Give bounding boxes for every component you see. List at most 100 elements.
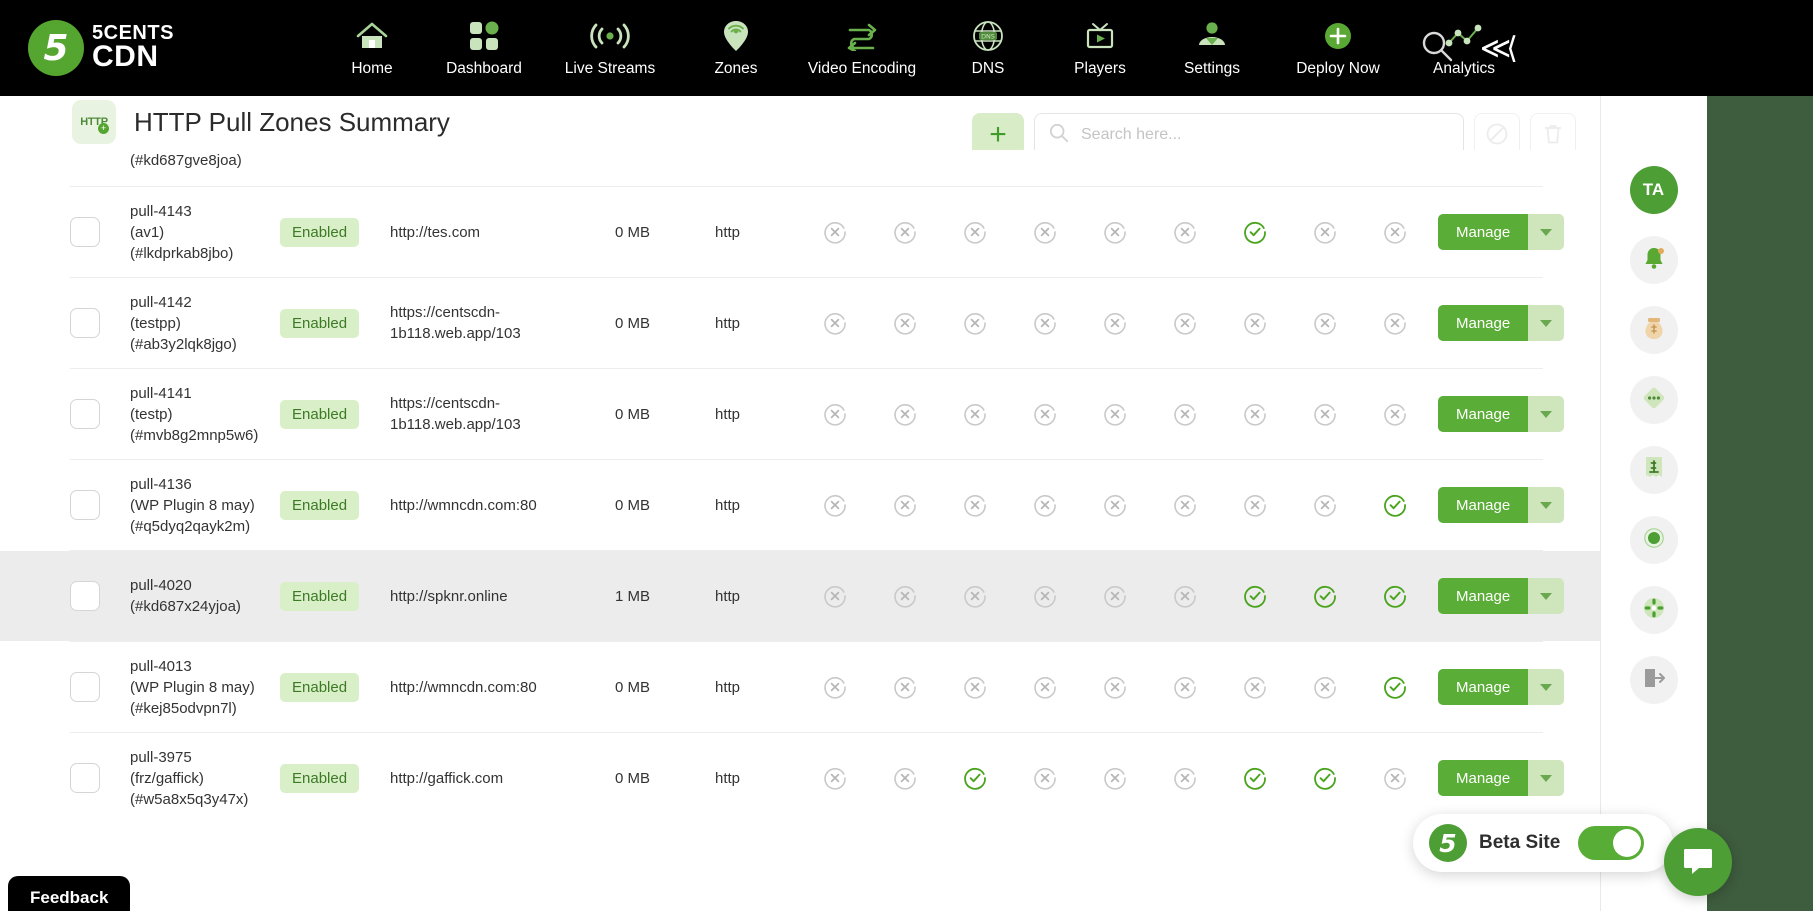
feature-status-icon-6[interactable] [1150, 401, 1220, 427]
feature-status-icon-8[interactable] [1290, 310, 1360, 336]
manage-button[interactable]: Manage [1438, 760, 1529, 796]
feature-status-icon-3[interactable] [940, 765, 1010, 791]
feature-status-icon-4[interactable] [1010, 219, 1080, 245]
nav-item-settings[interactable]: Settings [1156, 19, 1268, 78]
logout-button[interactable] [1629, 656, 1678, 704]
move-widget-button[interactable] [1629, 586, 1678, 634]
feature-status-icon-7[interactable] [1220, 583, 1290, 609]
feature-status-icon-4[interactable] [1010, 674, 1080, 700]
nav-item-video-encoding[interactable]: Video Encoding [792, 19, 932, 78]
feature-status-icon-7[interactable] [1220, 401, 1290, 427]
feature-status-icon-2[interactable] [870, 310, 940, 336]
feature-status-icon-1[interactable] [800, 765, 870, 791]
nav-item-players[interactable]: Players [1044, 19, 1156, 78]
feature-status-icon-1[interactable] [800, 674, 870, 700]
feature-status-icon-4[interactable] [1010, 310, 1080, 336]
feature-status-icon-1[interactable] [800, 401, 870, 427]
manage-button[interactable]: Manage [1438, 305, 1529, 341]
chevrons-left-icon[interactable]: ≪⟨ [1480, 31, 1518, 66]
manage-button[interactable]: Manage [1438, 669, 1529, 705]
feature-status-icon-1[interactable] [800, 219, 870, 245]
feature-status-icon-8[interactable] [1290, 583, 1360, 609]
feature-status-icon-8[interactable] [1290, 765, 1360, 791]
feature-status-icon-8[interactable] [1290, 674, 1360, 700]
feature-status-icon-2[interactable] [870, 219, 940, 245]
manage-dropdown-button[interactable] [1528, 487, 1565, 523]
nav-item-dns[interactable]: DNS DNS [932, 19, 1044, 78]
feature-status-icon-9[interactable] [1360, 674, 1430, 700]
manage-button[interactable]: Manage [1438, 578, 1529, 614]
feature-status-icon-1[interactable] [800, 310, 870, 336]
search-icon[interactable] [1420, 29, 1454, 68]
feature-status-icon-6[interactable] [1150, 674, 1220, 700]
feature-status-icon-4[interactable] [1010, 583, 1080, 609]
chat-button[interactable] [1664, 828, 1732, 896]
row-checkbox[interactable] [70, 308, 100, 338]
feature-status-icon-8[interactable] [1290, 219, 1360, 245]
row-checkbox[interactable] [70, 672, 100, 702]
feature-status-icon-3[interactable] [940, 492, 1010, 518]
feature-status-icon-3[interactable] [940, 583, 1010, 609]
feature-status-icon-9[interactable] [1360, 310, 1430, 336]
manage-dropdown-button[interactable] [1528, 214, 1565, 250]
feature-status-icon-2[interactable] [870, 583, 940, 609]
services-button[interactable] [1629, 376, 1678, 424]
search-input[interactable] [1081, 126, 1451, 144]
feature-status-icon-5[interactable] [1080, 219, 1150, 245]
feature-status-icon-2[interactable] [870, 674, 940, 700]
feature-status-icon-6[interactable] [1150, 219, 1220, 245]
table-row[interactable]: pull-4136 (WP Plugin 8 may) (#q5dyq2qayk2m… [0, 460, 1613, 550]
table-row[interactable]: pull-4020 (#kd687x24yjoa) Enabled http://sp… [0, 551, 1613, 641]
row-checkbox[interactable] [70, 217, 100, 247]
feature-status-icon-9[interactable] [1360, 492, 1430, 518]
feature-status-icon-5[interactable] [1080, 401, 1150, 427]
feature-status-icon-7[interactable] [1220, 492, 1290, 518]
feature-status-icon-5[interactable] [1080, 765, 1150, 791]
feature-status-icon-6[interactable] [1150, 492, 1220, 518]
feature-status-icon-2[interactable] [870, 765, 940, 791]
table-row[interactable]: pull-4141 (testp) (#mvb8g2mnp5w6) Enabled ht… [0, 369, 1613, 459]
nav-item-dashboard[interactable]: Dashboard [428, 19, 540, 78]
manage-dropdown-button[interactable] [1528, 396, 1565, 432]
table-row-partial[interactable]: (#kd687gve8joa) [0, 150, 1613, 186]
row-checkbox[interactable] [70, 399, 100, 429]
feature-status-icon-3[interactable] [940, 219, 1010, 245]
feature-status-icon-4[interactable] [1010, 492, 1080, 518]
feedback-button[interactable]: Feedback [8, 876, 131, 911]
manage-button[interactable]: Manage [1438, 487, 1529, 523]
feature-status-icon-5[interactable] [1080, 674, 1150, 700]
feature-status-icon-6[interactable] [1150, 310, 1220, 336]
feature-status-icon-7[interactable] [1220, 765, 1290, 791]
invoices-button[interactable] [1629, 446, 1678, 494]
feature-status-icon-5[interactable] [1080, 583, 1150, 609]
feature-status-icon-4[interactable] [1010, 765, 1080, 791]
feature-status-icon-9[interactable] [1360, 219, 1430, 245]
feature-status-icon-3[interactable] [940, 310, 1010, 336]
avatar[interactable]: TA [1629, 166, 1678, 214]
feature-status-icon-5[interactable] [1080, 310, 1150, 336]
feature-status-icon-8[interactable] [1290, 492, 1360, 518]
nav-item-deploy-now[interactable]: Deploy Now [1268, 19, 1408, 78]
row-checkbox[interactable] [70, 763, 100, 793]
feature-status-icon-5[interactable] [1080, 492, 1150, 518]
feature-status-icon-1[interactable] [800, 583, 870, 609]
manage-dropdown-button[interactable] [1528, 669, 1565, 705]
feature-status-icon-6[interactable] [1150, 765, 1220, 791]
notifications-button[interactable] [1629, 236, 1678, 284]
feature-status-icon-3[interactable] [940, 401, 1010, 427]
beta-site-widget[interactable]: 5 Beta Site [1413, 814, 1673, 872]
feature-status-icon-4[interactable] [1010, 401, 1080, 427]
row-checkbox[interactable] [70, 490, 100, 520]
feature-status-icon-7[interactable] [1220, 674, 1290, 700]
feature-status-icon-1[interactable] [800, 492, 870, 518]
feature-status-icon-2[interactable] [870, 401, 940, 427]
feature-status-icon-7[interactable] [1220, 310, 1290, 336]
feature-status-icon-6[interactable] [1150, 583, 1220, 609]
feature-status-icon-2[interactable] [870, 492, 940, 518]
record-status-button[interactable] [1629, 516, 1678, 564]
feature-status-icon-3[interactable] [940, 674, 1010, 700]
manage-dropdown-button[interactable] [1528, 305, 1565, 341]
billing-balance-button[interactable] [1629, 306, 1678, 354]
table-row[interactable]: pull-4013 (WP Plugin 8 may) (#kej85odvpn7l… [0, 642, 1613, 732]
feature-status-icon-9[interactable] [1360, 401, 1430, 427]
